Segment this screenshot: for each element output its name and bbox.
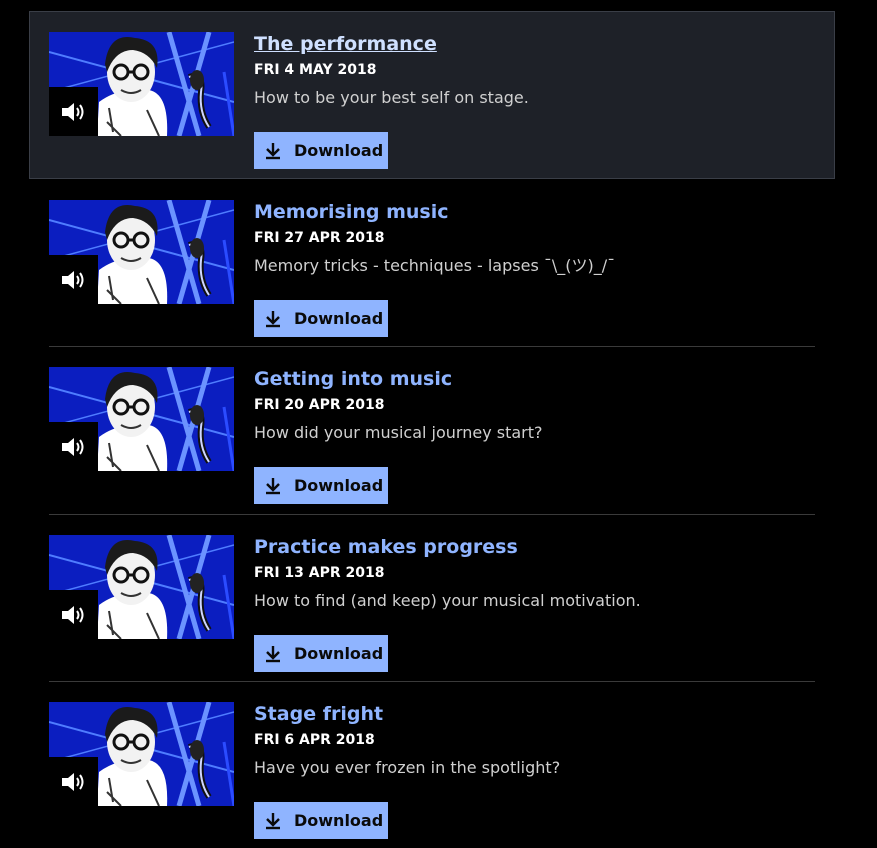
download-label: Download <box>294 141 384 160</box>
episode-thumbnail[interactable] <box>49 200 234 304</box>
episode-title-link[interactable]: Getting into music <box>254 367 814 391</box>
episode-date: FRI 27 APR 2018 <box>254 230 385 246</box>
audio-badge <box>49 757 98 806</box>
download-button[interactable]: Download <box>254 802 388 839</box>
speaker-icon <box>61 605 83 624</box>
episode-info: Stage fright FRI 6 APR 2018 Have you eve… <box>254 702 814 839</box>
episode-thumbnail[interactable] <box>49 702 234 806</box>
download-label: Download <box>294 811 384 830</box>
speaker-icon <box>61 772 83 791</box>
speaker-icon <box>61 437 83 456</box>
episode-title-link[interactable]: Practice makes progress <box>254 535 814 559</box>
download-button[interactable]: Download <box>254 300 388 337</box>
download-label: Download <box>294 644 384 663</box>
episode-description: Have you ever frozen in the spotlight? <box>254 758 561 777</box>
episode-info: Practice makes progress FRI 13 APR 2018 … <box>254 535 814 672</box>
download-icon <box>266 812 280 829</box>
episode-description: How to find (and keep) your musical moti… <box>254 591 641 610</box>
episode-item: Getting into music FRI 20 APR 2018 How d… <box>49 346 815 513</box>
episode-item: The performance FRI 4 MAY 2018 How to be… <box>29 11 835 179</box>
episode-title-link[interactable]: The performance <box>254 32 814 56</box>
audio-badge <box>49 255 98 304</box>
speaker-icon <box>61 102 83 121</box>
download-button[interactable]: Download <box>254 467 388 504</box>
download-button[interactable]: Download <box>254 635 388 672</box>
download-icon <box>266 645 280 662</box>
episode-title-link[interactable]: Memorising music <box>254 200 814 224</box>
audio-badge <box>49 87 98 136</box>
speaker-icon <box>61 270 83 289</box>
episode-item: Memorising music FRI 27 APR 2018 Memory … <box>49 179 815 346</box>
episode-list: The performance FRI 4 MAY 2018 How to be… <box>0 0 877 845</box>
episode-description: Memory tricks - techniques - lapses ¯\_(… <box>254 256 616 275</box>
episode-date: FRI 20 APR 2018 <box>254 397 385 413</box>
episode-thumbnail[interactable] <box>49 367 234 471</box>
download-button[interactable]: Download <box>254 132 388 169</box>
audio-badge <box>49 422 98 471</box>
episode-info: Getting into music FRI 20 APR 2018 How d… <box>254 367 814 504</box>
download-label: Download <box>294 476 384 495</box>
download-icon <box>266 142 280 159</box>
episode-info: The performance FRI 4 MAY 2018 How to be… <box>254 32 814 169</box>
episode-thumbnail[interactable] <box>49 535 234 639</box>
episode-item: Stage fright FRI 6 APR 2018 Have you eve… <box>49 681 815 848</box>
episode-title-link[interactable]: Stage fright <box>254 702 814 726</box>
episode-date: FRI 13 APR 2018 <box>254 565 385 581</box>
episode-thumbnail[interactable] <box>49 32 234 136</box>
download-label: Download <box>294 309 384 328</box>
episode-description: How did your musical journey start? <box>254 423 543 442</box>
episode-description: How to be your best self on stage. <box>254 88 529 107</box>
download-icon <box>266 310 280 327</box>
episode-date: FRI 4 MAY 2018 <box>254 62 377 78</box>
episode-item: Practice makes progress FRI 13 APR 2018 … <box>49 514 815 681</box>
audio-badge <box>49 590 98 639</box>
download-icon <box>266 477 280 494</box>
episode-date: FRI 6 APR 2018 <box>254 732 375 748</box>
episode-info: Memorising music FRI 27 APR 2018 Memory … <box>254 200 814 337</box>
